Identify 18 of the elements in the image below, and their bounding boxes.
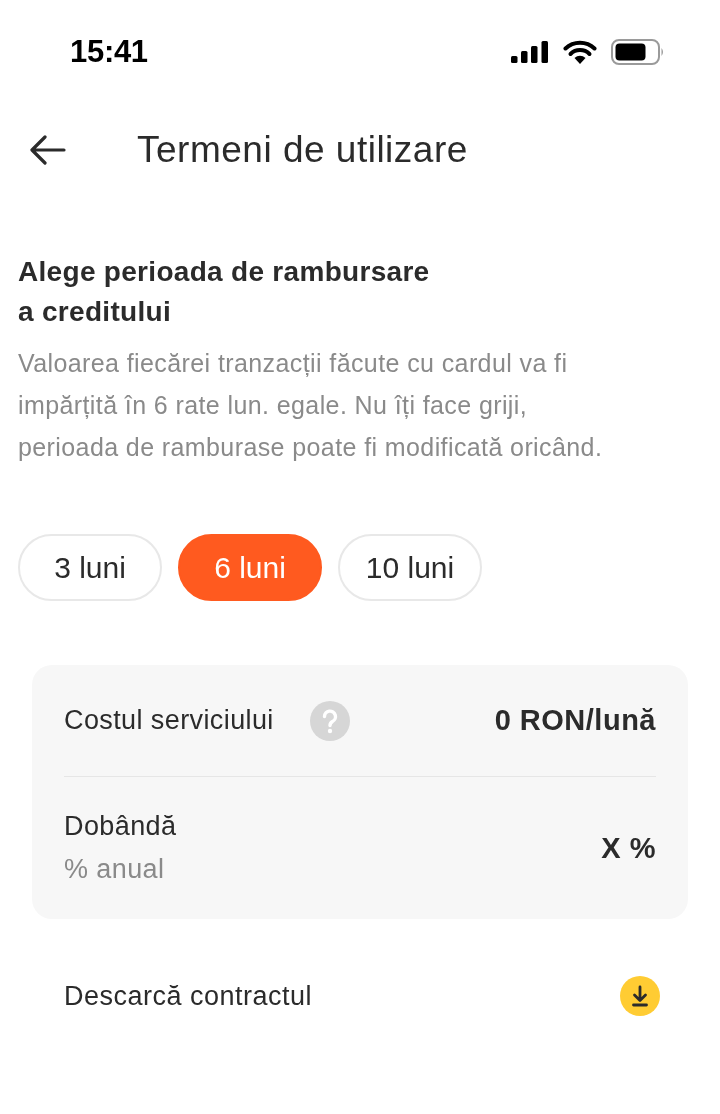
status-time: 15:41 (70, 34, 148, 70)
back-arrow-icon (30, 135, 66, 165)
wifi-icon (563, 40, 597, 64)
download-icon (620, 976, 660, 1016)
detail-label: Costul serviciului (64, 705, 274, 736)
detail-sublabel: % anual (64, 854, 166, 885)
detail-label: Dobândă (64, 811, 177, 842)
detail-value: X % (601, 831, 656, 865)
page-title: Termeni de utilizare (137, 129, 468, 171)
period-chip[interactable]: 10 luni (338, 534, 482, 601)
battery-icon (611, 39, 665, 65)
back-button[interactable] (30, 135, 66, 165)
signal-icon (511, 41, 548, 63)
section-description: Valoarea fiecărei tranzacții făcute cu cardul va fi impărțită în 6 rate lun. egale. Nu îți face griji, perioada de ramburase poate fi modificată oricând. (18, 348, 604, 463)
download-contract-button[interactable]: Descarcă contractul (64, 976, 660, 1016)
section-heading: Alege perioada de rambursare a creditului (18, 255, 431, 329)
detail-value: 0 RON/lună (494, 704, 656, 737)
period-chip[interactable]: 3 luni (18, 534, 162, 601)
